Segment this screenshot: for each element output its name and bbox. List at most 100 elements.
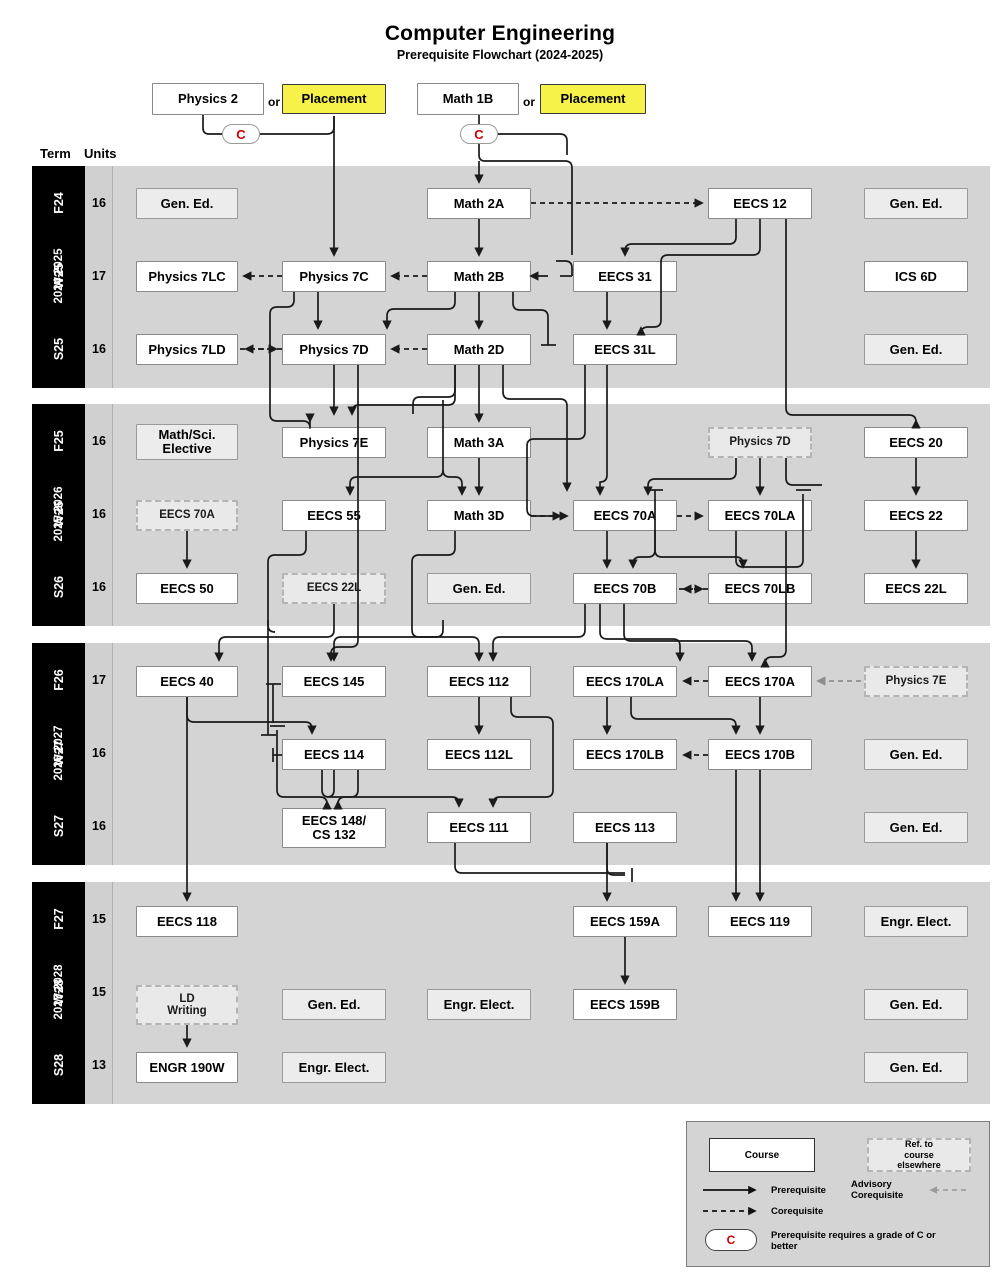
course-ref-physics-7e[interactable]: Physics 7E [864, 666, 968, 697]
term-label-f24: F24 [52, 192, 66, 214]
course-box-eecs-31l[interactable]: EECS 31L [573, 334, 677, 365]
course-box-eecs-70la[interactable]: EECS 70LA [708, 500, 812, 531]
course-box-eecs-70a[interactable]: EECS 70A [573, 500, 677, 531]
year-panel-2027-2028 [113, 882, 990, 1104]
ld-writing-line-1: LD [179, 992, 195, 1005]
eecs-148-line-2: CS 132 [312, 827, 356, 842]
course-box-engr-190w[interactable]: ENGR 190W [136, 1052, 238, 1083]
course-box-eecs-31[interactable]: EECS 31 [573, 261, 677, 292]
course-box-eecs-145[interactable]: EECS 145 [282, 666, 386, 697]
units-value-f25: 16 [92, 434, 106, 448]
course-box-gened-w28-c2[interactable]: Gen. Ed. [282, 989, 386, 1020]
legend-advisory-line-2: Corequisite [851, 1190, 904, 1202]
legend-grade-c-badge: C [705, 1229, 757, 1251]
units-value-w25: 17 [92, 269, 106, 283]
year-panel-2024-2025 [113, 166, 990, 388]
course-ref-eecs-22l[interactable]: EECS 22L [282, 573, 386, 604]
course-box-eecs-159b[interactable]: EECS 159B [573, 989, 677, 1020]
course-box-gened-f24-c6[interactable]: Gen. Ed. [864, 188, 968, 219]
or-label-physics: or [268, 95, 280, 109]
course-box-eecs-170a[interactable]: EECS 170A [708, 666, 812, 697]
units-value-s25: 16 [92, 342, 106, 356]
course-box-eecs-70b[interactable]: EECS 70B [573, 573, 677, 604]
legend-prerequisite-label: Prerequisite [771, 1185, 826, 1196]
course-box-eecs-170lb[interactable]: EECS 170LB [573, 739, 677, 770]
term-label-f25: F25 [52, 430, 66, 452]
course-box-placement-math[interactable]: Placement [540, 84, 646, 114]
course-box-gened-s27-c6[interactable]: Gen. Ed. [864, 812, 968, 843]
term-column-header: Term [40, 146, 71, 161]
course-box-math-2a[interactable]: Math 2A [427, 188, 531, 219]
course-box-eecs-113[interactable]: EECS 113 [573, 812, 677, 843]
units-column-header: Units [84, 146, 117, 161]
legend-grade-note: Prerequisite requires a grade of C or be… [771, 1230, 936, 1252]
course-box-eecs-170b[interactable]: EECS 170B [708, 739, 812, 770]
term-label-w27: W27 [52, 740, 66, 766]
course-box-gened-s28-c6[interactable]: Gen. Ed. [864, 1052, 968, 1083]
course-box-eecs-22[interactable]: EECS 22 [864, 500, 968, 531]
course-box-eecs-20[interactable]: EECS 20 [864, 427, 968, 458]
course-box-engr-elect-f27[interactable]: Engr. Elect. [864, 906, 968, 937]
legend-grade-note-line-1: Prerequisite requires a grade of C or [771, 1230, 936, 1241]
course-box-eecs-111[interactable]: EECS 111 [427, 812, 531, 843]
course-box-math-2d[interactable]: Math 2D [427, 334, 531, 365]
course-box-ics-6d[interactable]: ICS 6D [864, 261, 968, 292]
course-box-eecs-40[interactable]: EECS 40 [136, 666, 238, 697]
term-label-w26: W26 [52, 501, 66, 527]
course-box-gened-s25-c6[interactable]: Gen. Ed. [864, 334, 968, 365]
legend-advisory-line-1: Advisory [851, 1179, 892, 1190]
course-box-engr-elect-w28[interactable]: Engr. Elect. [427, 989, 531, 1020]
course-box-gened-f24-c1[interactable]: Gen. Ed. [136, 188, 238, 219]
course-box-physics-2[interactable]: Physics 2 [152, 83, 264, 115]
term-label-s27: S27 [52, 814, 66, 838]
course-box-eecs-148-cs-132[interactable]: EECS 148/ CS 132 [282, 808, 386, 848]
course-box-math-3a[interactable]: Math 3A [427, 427, 531, 458]
course-box-physics-7ld[interactable]: Physics 7LD [136, 334, 238, 365]
legend-corequisite-label: Corequisite [771, 1206, 824, 1217]
term-label-w28: W28 [52, 979, 66, 1005]
units-value-w26: 16 [92, 507, 106, 521]
course-box-engr-elect-s28[interactable]: Engr. Elect. [282, 1052, 386, 1083]
course-box-eecs-118[interactable]: EECS 118 [136, 906, 238, 937]
term-label-s28: S28 [52, 1053, 66, 1077]
course-box-placement-physics[interactable]: Placement [282, 84, 386, 114]
math-sci-line-1: Math/Sci. [158, 427, 216, 443]
year-panel-2026-2027 [113, 643, 990, 865]
course-box-gened-s26-c3[interactable]: Gen. Ed. [427, 573, 531, 604]
course-box-eecs-70lb[interactable]: EECS 70LB [708, 573, 812, 604]
course-ref-eecs-70a[interactable]: EECS 70A [136, 500, 238, 531]
grade-c-badge-math: C [460, 124, 498, 144]
units-value-f27: 15 [92, 912, 106, 926]
course-box-gened-w28-c6[interactable]: Gen. Ed. [864, 989, 968, 1020]
course-box-eecs-112[interactable]: EECS 112 [427, 666, 531, 697]
course-box-eecs-119[interactable]: EECS 119 [708, 906, 812, 937]
course-box-physics-7e[interactable]: Physics 7E [282, 427, 386, 458]
units-value-w28: 15 [92, 985, 106, 999]
term-label-s26: S26 [52, 575, 66, 599]
course-box-math-2b[interactable]: Math 2B [427, 261, 531, 292]
course-box-math-3d[interactable]: Math 3D [427, 500, 531, 531]
course-box-math-sci-elective[interactable]: Math/Sci. Elective [136, 424, 238, 460]
course-box-physics-7lc[interactable]: Physics 7LC [136, 261, 238, 292]
units-value-f26: 17 [92, 673, 106, 687]
course-box-physics-7c[interactable]: Physics 7C [282, 261, 386, 292]
course-box-math-1b[interactable]: Math 1B [417, 83, 519, 115]
course-box-eecs-22l[interactable]: EECS 22L [864, 573, 968, 604]
course-box-eecs-50[interactable]: EECS 50 [136, 573, 238, 604]
course-ref-physics-7d[interactable]: Physics 7D [708, 427, 812, 458]
course-ref-ld-writing[interactable]: LD Writing [136, 985, 238, 1025]
term-label-f26: F26 [52, 669, 66, 691]
course-box-eecs-12[interactable]: EECS 12 [708, 188, 812, 219]
course-box-eecs-112l[interactable]: EECS 112L [427, 739, 531, 770]
grade-c-badge-physics: C [222, 124, 260, 144]
course-box-eecs-170la[interactable]: EECS 170LA [573, 666, 677, 697]
math-sci-line-2: Elective [162, 441, 212, 456]
units-value-w27: 16 [92, 746, 106, 760]
course-box-physics-7d[interactable]: Physics 7D [282, 334, 386, 365]
course-box-eecs-159a[interactable]: EECS 159A [573, 906, 677, 937]
legend-grade-note-line-2: better [771, 1241, 798, 1253]
ld-writing-line-2: Writing [167, 1005, 207, 1017]
course-box-gened-w27-c6[interactable]: Gen. Ed. [864, 739, 968, 770]
course-box-eecs-114[interactable]: EECS 114 [282, 739, 386, 770]
course-box-eecs-55[interactable]: EECS 55 [282, 500, 386, 531]
